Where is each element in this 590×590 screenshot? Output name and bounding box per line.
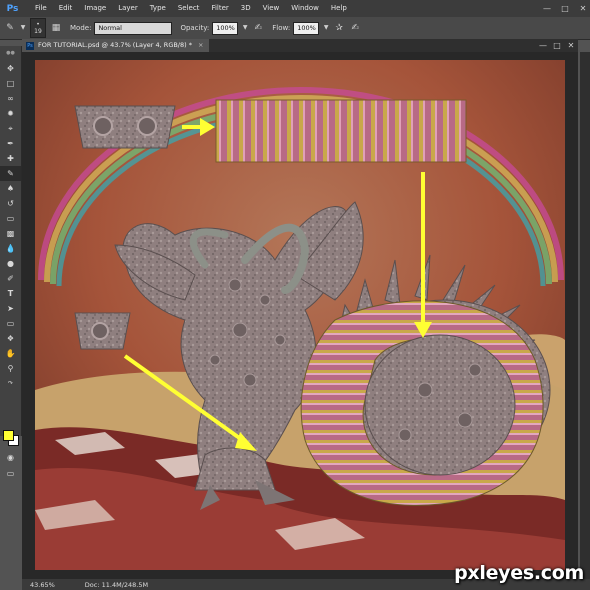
document-tab[interactable]: Ps FOR TUTORIAL.psd @ 43.7% (Layer 4, RG… bbox=[22, 39, 210, 52]
crop-tool-icon[interactable]: ⌖ bbox=[0, 121, 21, 136]
3d-tool-icon[interactable]: ❖ bbox=[0, 331, 21, 346]
menu-window[interactable]: Window bbox=[285, 0, 325, 17]
shape-tool-icon[interactable]: ▭ bbox=[0, 316, 21, 331]
options-bar: ✎ ▼ • 19 ▦ Mode: Normal Opacity: 100% ▼ … bbox=[0, 17, 590, 40]
stone-swatch-large bbox=[74, 105, 176, 149]
move-tool-icon[interactable]: ✥ bbox=[0, 61, 21, 76]
menu-layer[interactable]: Layer bbox=[112, 0, 144, 17]
document-size: Doc: 11.4M/248.5M bbox=[84, 580, 149, 589]
brush-preset-picker[interactable]: • 19 bbox=[30, 18, 46, 38]
watermark: pxleyes.com bbox=[454, 562, 584, 584]
quick-select-tool-icon[interactable]: ✹ bbox=[0, 106, 21, 121]
menu-select[interactable]: Select bbox=[172, 0, 206, 17]
menu-view[interactable]: View bbox=[257, 0, 286, 17]
brush-dot-icon: • bbox=[36, 21, 40, 28]
menu-type[interactable]: Type bbox=[144, 0, 172, 17]
flow-label: Flow: bbox=[272, 24, 291, 32]
healing-brush-tool-icon[interactable]: ✚ bbox=[0, 151, 21, 166]
menu-bar: Ps File Edit Image Layer Type Select Fil… bbox=[0, 0, 590, 17]
swap-colors-icon[interactable]: ↷ bbox=[0, 376, 21, 391]
maximize-icon[interactable]: □ bbox=[558, 3, 572, 15]
pressure-size-icon[interactable]: ✍ bbox=[349, 22, 361, 34]
doc-restore-icon[interactable]: □ bbox=[550, 41, 564, 50]
type-tool-icon[interactable]: T bbox=[0, 286, 21, 301]
document-title: FOR TUTORIAL.psd @ 43.7% (Layer 4, RGB/8… bbox=[38, 41, 192, 49]
canvas-area[interactable] bbox=[22, 52, 578, 579]
menu-help[interactable]: Help bbox=[325, 0, 353, 17]
lasso-tool-icon[interactable]: ∞ bbox=[0, 91, 21, 106]
vertical-scrollbar[interactable] bbox=[580, 52, 590, 579]
flow-input[interactable]: 100% bbox=[293, 21, 320, 35]
hand-tool-icon[interactable]: ✋ bbox=[0, 346, 21, 361]
foreground-color-swatch[interactable] bbox=[3, 430, 14, 441]
brush-size-value: 19 bbox=[34, 28, 42, 35]
blur-tool-icon[interactable]: 💧 bbox=[0, 241, 21, 256]
doc-minimize-icon[interactable]: — bbox=[536, 41, 550, 50]
menu-3d[interactable]: 3D bbox=[235, 0, 257, 17]
marquee-tool-icon[interactable]: □ bbox=[0, 76, 21, 91]
opacity-input[interactable]: 100% bbox=[212, 21, 239, 35]
doc-close-icon[interactable]: ✕ bbox=[564, 41, 578, 50]
ribbed-texture-strip bbox=[215, 99, 467, 163]
chevron-down-icon[interactable]: ▼ bbox=[20, 22, 26, 34]
dodge-tool-icon[interactable]: ● bbox=[0, 256, 21, 271]
artwork-image bbox=[35, 60, 565, 570]
airbrush-icon[interactable]: ✰ bbox=[333, 22, 345, 34]
history-brush-tool-icon[interactable]: ↺ bbox=[0, 196, 21, 211]
minimize-icon[interactable]: — bbox=[540, 3, 554, 15]
artwork-canvas[interactable] bbox=[35, 60, 565, 570]
window-controls: — □ ✕ bbox=[536, 3, 590, 15]
document-tab-bar: Ps FOR TUTORIAL.psd @ 43.7% (Layer 4, RG… bbox=[22, 39, 578, 52]
tab-close-icon[interactable]: × bbox=[198, 39, 203, 52]
close-icon[interactable]: ✕ bbox=[576, 3, 590, 15]
zoom-level[interactable]: 43.65% bbox=[30, 581, 55, 589]
tools-panel: ●● ✥ □ ∞ ✹ ⌖ ✒ ✚ ✎ ♠ ↺ ▭ ▩ 💧 ● ✐ T ➤ ▭ ❖… bbox=[0, 46, 22, 478]
menu-edit[interactable]: Edit bbox=[53, 0, 79, 17]
brush-tool-icon[interactable]: ✎ bbox=[0, 166, 21, 181]
ps-document-icon: Ps bbox=[26, 41, 34, 50]
zoom-tool-icon[interactable]: ⚲ bbox=[0, 361, 21, 376]
brush-tool-icon[interactable]: ✎ bbox=[4, 22, 16, 34]
opacity-label: Opacity: bbox=[180, 24, 210, 32]
pressure-opacity-icon[interactable]: ✍ bbox=[252, 22, 264, 34]
path-selection-tool-icon[interactable]: ➤ bbox=[0, 301, 21, 316]
quick-mask-icon[interactable]: ◉ bbox=[0, 450, 21, 465]
menu-image[interactable]: Image bbox=[78, 0, 112, 17]
clone-stamp-tool-icon[interactable]: ♠ bbox=[0, 181, 21, 196]
flow-chevron-icon[interactable]: ▼ bbox=[323, 22, 329, 34]
brush-panel-icon[interactable]: ▦ bbox=[50, 22, 62, 34]
document-window-controls: — □ ✕ bbox=[536, 41, 578, 50]
eraser-tool-icon[interactable]: ▭ bbox=[0, 211, 21, 226]
gradient-tool-icon[interactable]: ▩ bbox=[0, 226, 21, 241]
screen-mode-icon[interactable]: ▭ bbox=[0, 466, 21, 481]
mode-label: Mode: bbox=[70, 24, 92, 32]
menu-file[interactable]: File bbox=[29, 0, 53, 17]
menu-filter[interactable]: Filter bbox=[205, 0, 234, 17]
opacity-chevron-icon[interactable]: ▼ bbox=[242, 22, 248, 34]
pen-tool-icon[interactable]: ✐ bbox=[0, 271, 21, 286]
photoshop-logo: Ps bbox=[6, 3, 19, 14]
mode-select[interactable]: Normal bbox=[94, 21, 173, 35]
panel-grip-icon[interactable]: ●● bbox=[0, 46, 21, 61]
eyedropper-tool-icon[interactable]: ✒ bbox=[0, 136, 21, 151]
